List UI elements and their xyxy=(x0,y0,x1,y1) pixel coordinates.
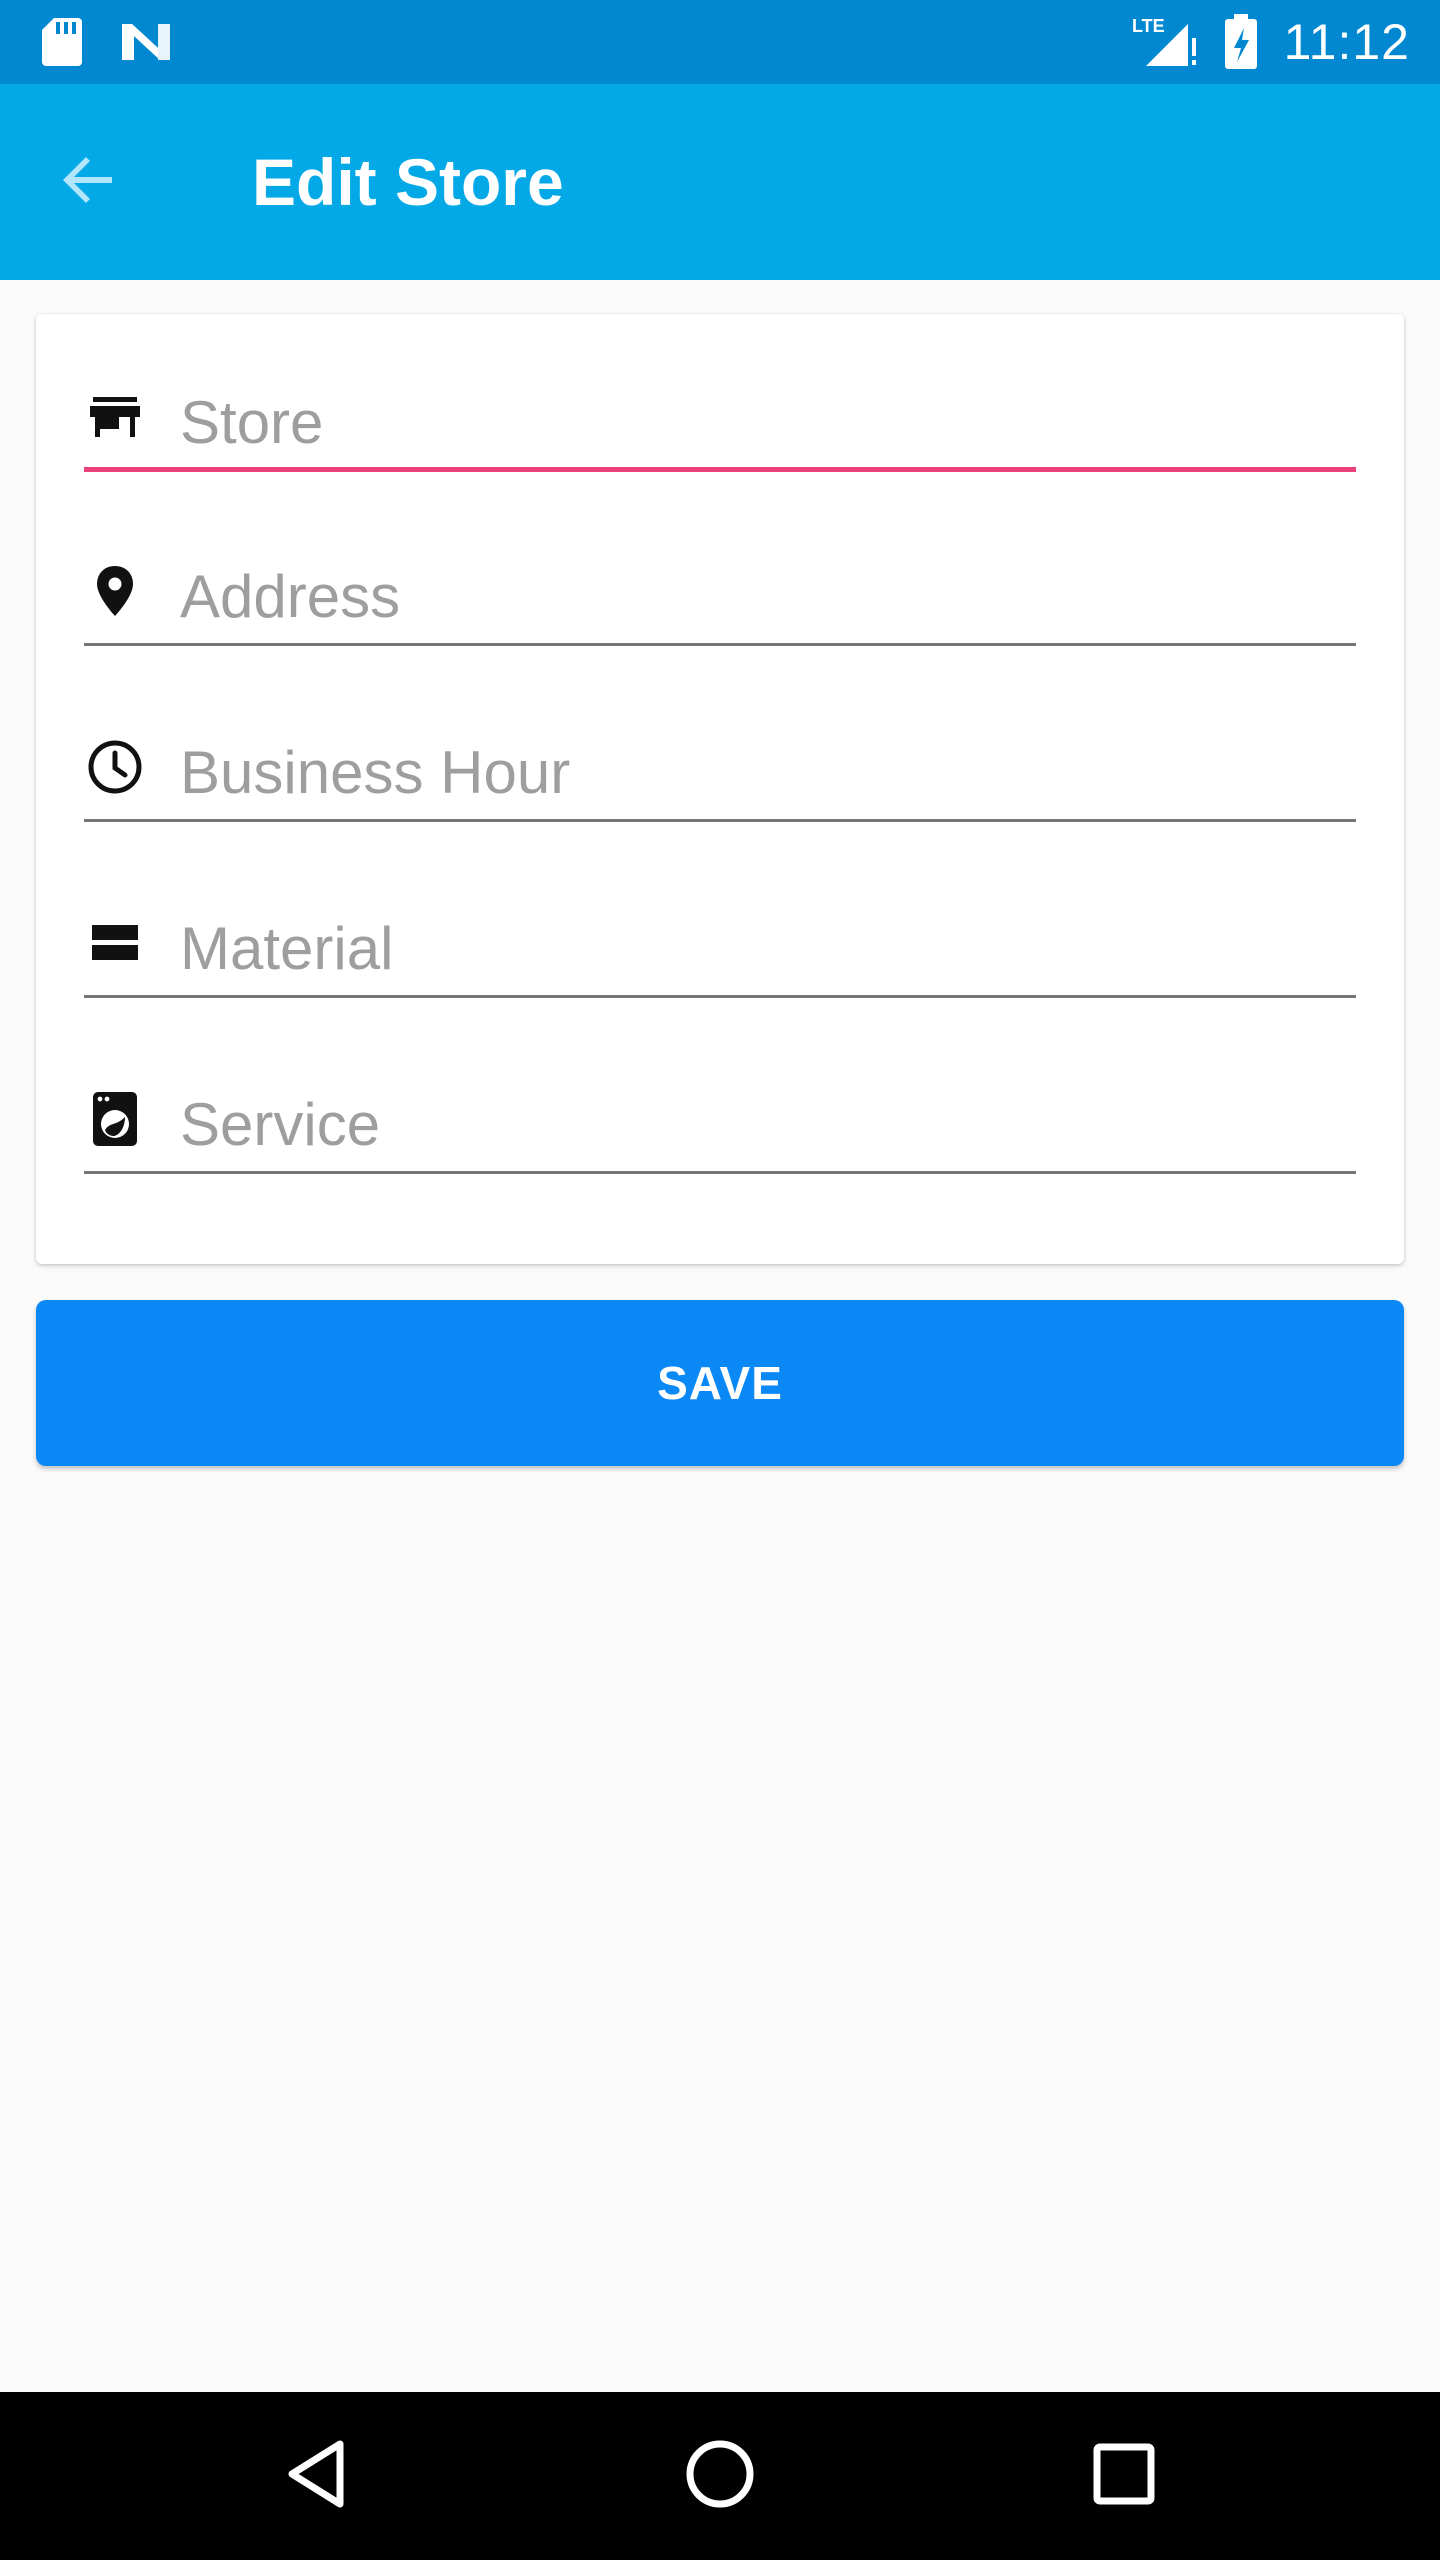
battery-charging-icon xyxy=(1224,14,1258,70)
page-title: Edit Store xyxy=(252,145,564,219)
lte-signal-icon: LTE xyxy=(1132,14,1198,70)
back-button[interactable] xyxy=(40,134,136,230)
app-bar: Edit Store xyxy=(0,84,1440,280)
material-input[interactable] xyxy=(180,908,1356,988)
nav-back-button[interactable] xyxy=(232,2392,400,2560)
address-underline xyxy=(84,643,1356,646)
clock-icon xyxy=(84,736,146,798)
storefront-icon xyxy=(84,386,146,448)
store-input[interactable] xyxy=(180,382,1356,462)
service-underline xyxy=(84,1171,1356,1174)
address-field xyxy=(84,536,1356,646)
store-underline xyxy=(84,467,1356,472)
nav-recents-square-icon xyxy=(1093,2443,1155,2510)
location-pin-icon xyxy=(84,560,146,622)
service-input[interactable] xyxy=(180,1084,1356,1164)
status-time: 11:12 xyxy=(1283,14,1410,70)
sd-card-icon xyxy=(40,16,84,68)
service-field xyxy=(84,1064,1356,1174)
washing-machine-icon xyxy=(84,1088,146,1150)
store-form-card xyxy=(36,314,1404,1264)
nav-home-circle-icon xyxy=(685,2439,755,2514)
business-hour-field xyxy=(84,712,1356,822)
save-button[interactable]: SAVE xyxy=(36,1300,1404,1466)
material-stack-icon xyxy=(84,912,146,974)
edit-store-screen: LTE 11:12 Edit Store Store Address Busin… xyxy=(0,0,1440,2560)
business-hour-input[interactable] xyxy=(180,732,1356,812)
status-bar: LTE 11:12 xyxy=(0,0,1440,84)
nav-recents-button[interactable] xyxy=(1040,2392,1208,2560)
status-right-icons: LTE 11:12 xyxy=(1132,13,1410,71)
business-hour-underline xyxy=(84,819,1356,822)
navigation-bar xyxy=(0,2392,1440,2560)
address-input[interactable] xyxy=(180,556,1356,636)
status-left-icons xyxy=(40,16,174,68)
material-field xyxy=(84,888,1356,998)
nav-back-triangle-icon xyxy=(284,2438,348,2515)
store-field xyxy=(84,362,1356,472)
nav-home-button[interactable] xyxy=(636,2392,804,2560)
arrow-back-icon xyxy=(56,148,120,217)
material-underline xyxy=(84,995,1356,998)
lte-label: LTE xyxy=(1132,16,1165,36)
n-logo-icon xyxy=(118,20,174,64)
